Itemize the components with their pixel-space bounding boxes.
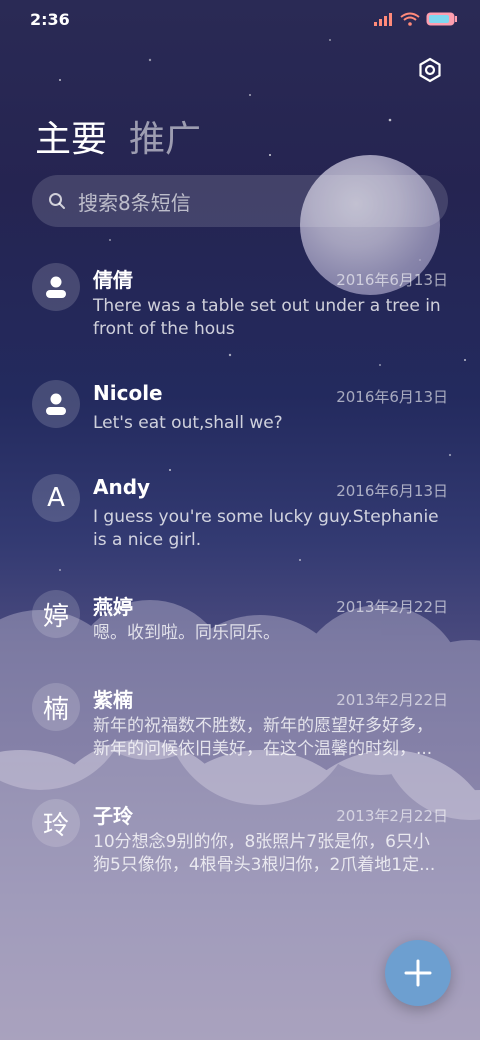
- tab-bar: 主要 推广: [35, 110, 201, 162]
- contact-name: 紫楠: [93, 688, 133, 712]
- tab-primary[interactable]: 主要: [35, 110, 107, 162]
- signal-icon: [374, 11, 394, 30]
- avatar: 楠: [32, 683, 80, 731]
- conversation-list: 倩倩 2016年6月13日 There was a table set out …: [0, 260, 480, 912]
- conversation-item[interactable]: 婷 燕婷 2013年2月22日 嗯。收到啦。同乐同乐。: [0, 587, 480, 680]
- new-message-button[interactable]: [385, 940, 451, 1006]
- conversation-item[interactable]: 玲 子玲 2013年2月22日 10分想念9别的你，8张照片7张是你，6只小狗5…: [0, 796, 480, 912]
- gear-icon[interactable]: [416, 56, 444, 84]
- search-placeholder: 搜索8条短信: [78, 190, 191, 215]
- status-time: 2:36: [30, 10, 70, 29]
- search-icon: [48, 192, 66, 210]
- message-date: 2016年6月13日: [336, 271, 448, 289]
- message-preview: There was a table set out under a tree i…: [93, 296, 441, 339]
- avatar: A: [32, 474, 80, 522]
- message-preview: 新年的祝福数不胜数，新年的愿望好多好多，新年的问候依旧美好，在这个温馨的时刻，.…: [93, 716, 433, 759]
- plus-icon: [404, 959, 432, 987]
- status-bar: 2:36: [0, 0, 480, 40]
- conversation-item[interactable]: 楠 紫楠 2013年2月22日 新年的祝福数不胜数，新年的愿望好多好多，新年的问…: [0, 680, 480, 796]
- contact-name: 子玲: [93, 804, 133, 828]
- person-icon: [46, 393, 66, 415]
- avatar: [32, 263, 80, 311]
- contact-name: Andy: [93, 475, 151, 499]
- message-preview: 10分想念9别的你，8张照片7张是你，6只小狗5只像你，4根骨头3根归你，2爪着…: [93, 832, 436, 875]
- contact-name: 倩倩: [93, 268, 133, 292]
- message-preview: I guess you're some lucky guy.Stephanie …: [93, 507, 439, 550]
- message-date: 2016年6月13日: [336, 482, 448, 500]
- wifi-icon: [400, 11, 420, 30]
- message-preview: 嗯。收到啦。同乐同乐。: [93, 623, 280, 643]
- message-date: 2016年6月13日: [336, 388, 448, 406]
- avatar: 玲: [32, 799, 80, 847]
- message-date: 2013年2月22日: [336, 807, 448, 825]
- avatar: 婷: [32, 590, 80, 638]
- message-date: 2013年2月22日: [336, 598, 448, 616]
- contact-name: Nicole: [93, 381, 163, 405]
- message-date: 2013年2月22日: [336, 691, 448, 709]
- contact-name: 燕婷: [93, 595, 133, 619]
- conversation-item[interactable]: A Andy 2016年6月13日 I guess you're some lu…: [0, 471, 480, 587]
- message-preview: Let's eat out,shall we?: [93, 413, 283, 433]
- person-icon: [46, 276, 66, 298]
- battery-icon: [426, 11, 458, 30]
- status-icons: [374, 11, 458, 30]
- conversation-item[interactable]: Nicole 2016年6月13日 Let's eat out,shall we…: [0, 377, 480, 471]
- tab-promotions[interactable]: 推广: [129, 110, 201, 162]
- avatar: [32, 380, 80, 428]
- conversation-item[interactable]: 倩倩 2016年6月13日 There was a table set out …: [0, 260, 480, 377]
- search-bar[interactable]: 搜索8条短信: [32, 175, 448, 227]
